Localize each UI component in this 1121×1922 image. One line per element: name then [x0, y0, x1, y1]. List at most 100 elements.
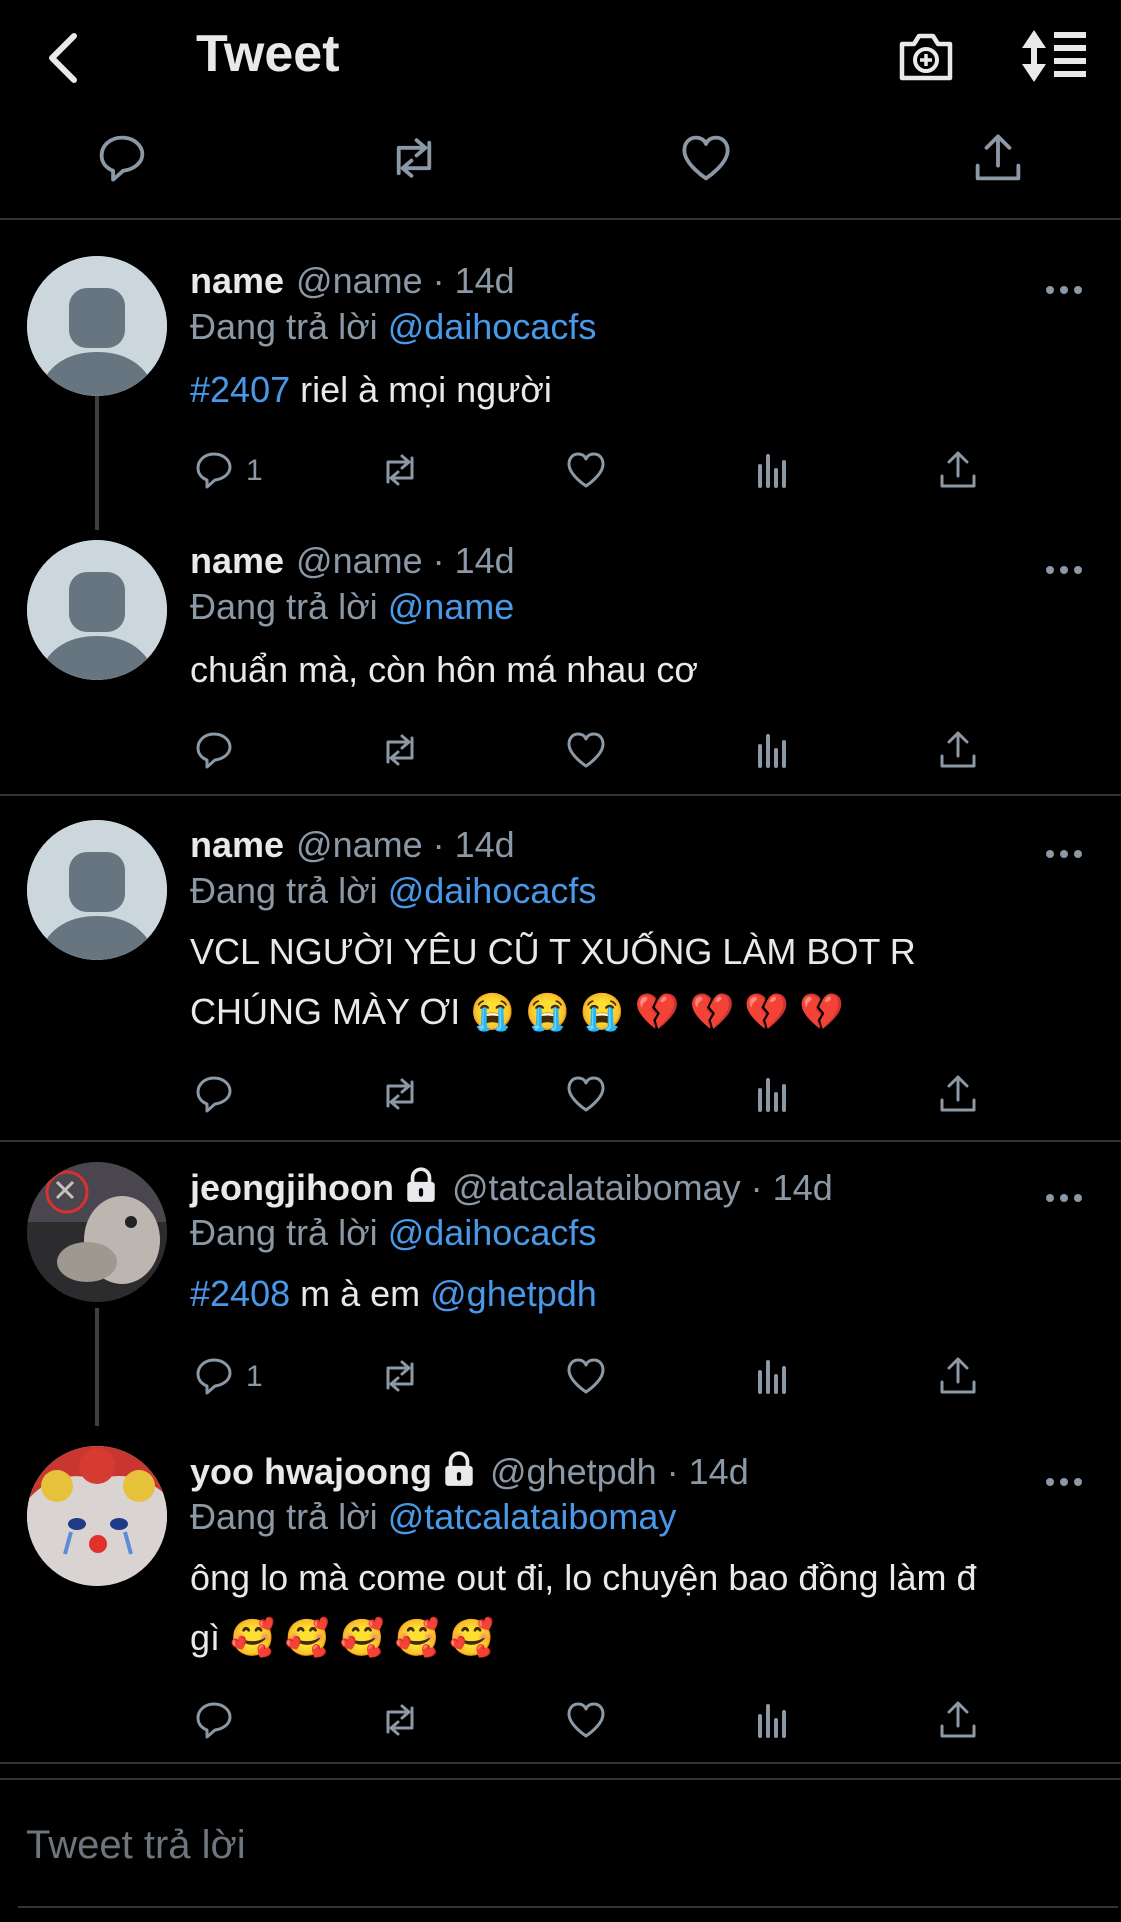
retweet-icon[interactable]	[378, 1354, 422, 1398]
analytics-icon[interactable]	[750, 1698, 794, 1742]
reply-icon[interactable]	[94, 130, 150, 186]
reply-tweet[interactable]: jeongjihoon @tatcalataibomay · 14d Đang t…	[0, 1142, 1121, 1426]
replying-to-mention[interactable]: @daihocacfs	[388, 306, 597, 347]
more-icon[interactable]	[1044, 1188, 1084, 1208]
reply-input[interactable]	[24, 1814, 1028, 1876]
hashtag-link[interactable]: #2407	[190, 369, 290, 410]
tweet-text-line: VCL NGƯỜI YÊU CŨ T XUỐNG LÀM BOT R	[190, 931, 916, 972]
sort-list-icon	[1022, 30, 1086, 82]
analytics-icon[interactable]	[750, 728, 794, 772]
divider	[18, 1906, 1118, 1908]
analytics-icon[interactable]	[750, 448, 794, 492]
retweet-icon[interactable]	[378, 1072, 422, 1116]
retweet-icon[interactable]	[378, 1698, 422, 1742]
sort-button[interactable]	[1020, 26, 1090, 86]
replying-to: Đang trả lời @daihocacfs	[190, 1212, 596, 1254]
replying-to-label: Đang trả lời	[190, 1212, 388, 1253]
more-icon[interactable]	[1044, 844, 1084, 864]
tweet-header: name @name · 14d	[190, 260, 515, 302]
thread-line	[95, 1308, 99, 1426]
tweet-text: chuẩn mà, còn hôn má nhau cơ	[190, 649, 698, 690]
reply-icon[interactable]	[192, 1072, 236, 1116]
tweet-actions	[190, 1698, 990, 1748]
display-name[interactable]: jeongjihoon	[190, 1167, 394, 1208]
lock-icon	[402, 1166, 440, 1204]
reply-tweet[interactable]: name @name · 14d Đang trả lời @daihocacfs…	[0, 220, 1121, 530]
default-avatar-icon	[27, 820, 167, 960]
replying-to-label: Đang trả lời	[190, 586, 388, 627]
tweet-text: #2407 riel à mọi người	[190, 360, 1090, 420]
avatar[interactable]	[27, 1446, 167, 1586]
share-icon[interactable]	[936, 1072, 980, 1116]
tweet-actions	[190, 1072, 990, 1122]
share-icon[interactable]	[936, 728, 980, 772]
reply-icon[interactable]	[192, 1354, 236, 1398]
default-avatar-icon	[27, 540, 167, 680]
tweet-text-line: gì 🥰 🥰 🥰 🥰 🥰	[190, 1617, 495, 1658]
display-name[interactable]: name	[190, 824, 284, 865]
share-icon[interactable]	[970, 130, 1026, 186]
back-button[interactable]	[36, 28, 96, 88]
more-icon[interactable]	[1044, 280, 1084, 300]
tweet-text: #2408 m à em @ghetpdh	[190, 1264, 1090, 1324]
analytics-icon[interactable]	[750, 1072, 794, 1116]
avatar[interactable]	[27, 820, 167, 960]
like-icon[interactable]	[564, 1354, 608, 1398]
like-icon[interactable]	[564, 1698, 608, 1742]
share-icon[interactable]	[936, 448, 980, 492]
avatar[interactable]	[27, 540, 167, 680]
replying-to-label: Đang trả lời	[190, 1496, 388, 1537]
share-icon[interactable]	[936, 1698, 980, 1742]
like-icon[interactable]	[564, 448, 608, 492]
analytics-icon[interactable]	[750, 1354, 794, 1398]
replying-to-mention[interactable]: @name	[388, 586, 515, 627]
reply-tweet[interactable]: yoo hwajoong @ghetpdh · 14d Đang trả lời …	[0, 1426, 1121, 1764]
tweet-actions: 1	[190, 448, 990, 498]
handle-and-time: @name · 14d	[296, 824, 515, 865]
tweet-header: yoo hwajoong @ghetpdh · 14d	[190, 1450, 749, 1493]
reply-icon[interactable]	[192, 728, 236, 772]
retweet-icon[interactable]	[378, 448, 422, 492]
mention-link[interactable]: @ghetpdh	[430, 1273, 597, 1314]
tweet-header: jeongjihoon @tatcalataibomay · 14d	[190, 1166, 833, 1209]
like-icon[interactable]	[564, 728, 608, 772]
more-icon[interactable]	[1044, 560, 1084, 580]
reply-count: 1	[246, 1360, 263, 1393]
reply-tweet[interactable]: name @name · 14d Đang trả lời @daihocacfs…	[0, 796, 1121, 1142]
reply-tweet[interactable]: name @name · 14d Đang trả lời @name chuẩn…	[0, 530, 1121, 796]
tweet-header: name @name · 14d	[190, 824, 515, 866]
replying-to: Đang trả lời @name	[190, 586, 514, 628]
replying-to-mention[interactable]: @tatcalataibomay	[388, 1496, 677, 1537]
main-tweet-actions	[0, 120, 1121, 220]
reply-icon[interactable]	[192, 1698, 236, 1742]
top-nav-bar: Tweet	[0, 0, 1121, 120]
hashtag-link[interactable]: #2408	[190, 1273, 290, 1314]
default-avatar-icon	[27, 256, 167, 396]
tweet-actions	[190, 728, 990, 778]
tweet-header: name @name · 14d	[190, 540, 515, 582]
reply-icon[interactable]	[192, 448, 236, 492]
share-icon[interactable]	[936, 1354, 980, 1398]
camera-button[interactable]	[896, 26, 956, 86]
tweet-text-line: CHÚNG MÀY ƠI 😭 😭 😭 💔 💔 💔 💔	[190, 991, 845, 1032]
replying-to-mention[interactable]: @daihocacfs	[388, 870, 597, 911]
replying-to-mention[interactable]: @daihocacfs	[388, 1212, 597, 1253]
avatar[interactable]	[27, 256, 167, 396]
replying-to-label: Đang trả lời	[190, 306, 388, 347]
retweet-icon[interactable]	[386, 130, 442, 186]
handle-and-time: @name · 14d	[296, 540, 515, 581]
like-icon[interactable]	[564, 1072, 608, 1116]
avatar[interactable]	[27, 1162, 167, 1302]
like-icon[interactable]	[678, 130, 734, 186]
lock-icon	[440, 1450, 478, 1488]
replying-to: Đang trả lời @daihocacfs	[190, 306, 596, 348]
thread-line	[95, 396, 99, 530]
more-icon[interactable]	[1044, 1472, 1084, 1492]
display-name[interactable]: name	[190, 540, 284, 581]
camera-plus-icon	[899, 33, 953, 81]
reply-count: 1	[246, 454, 263, 487]
retweet-icon[interactable]	[378, 728, 422, 772]
display-name[interactable]: name	[190, 260, 284, 301]
display-name[interactable]: yoo hwajoong	[190, 1451, 432, 1492]
cat-photo-avatar-icon	[27, 1162, 167, 1302]
